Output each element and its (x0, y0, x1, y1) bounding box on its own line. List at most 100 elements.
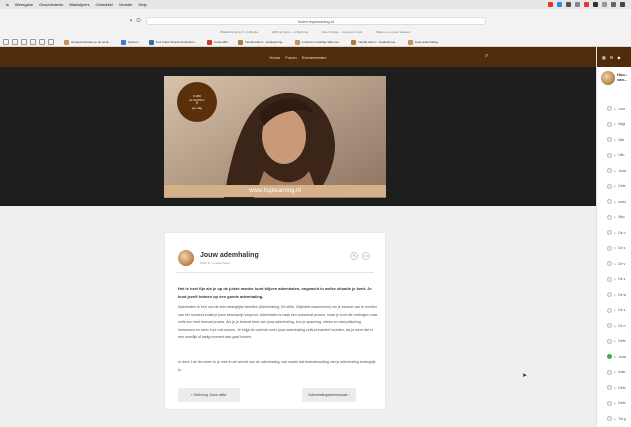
bookmark-icon[interactable]: ▭ (362, 252, 370, 260)
menu-item-view[interactable]: ls (6, 2, 9, 7)
wifi-icon[interactable] (611, 2, 616, 7)
sidebar-lesson-item[interactable]: ▷ De s (597, 272, 631, 288)
menu-item-bladwijzers[interactable]: Bladwijzers (69, 2, 89, 7)
incomplete-check-icon[interactable] (607, 307, 612, 313)
next-lesson-button[interactable]: Ademhalingsleermiscast › (302, 388, 356, 402)
tab-overview-icon[interactable] (3, 39, 9, 45)
incomplete-check-icon[interactable] (607, 168, 612, 174)
tab-item[interactable]: Yandat Admin - Hsplearning... (350, 39, 398, 45)
address-bar[interactable]: leden.hsplearning.nl (146, 17, 486, 25)
incomplete-check-icon[interactable] (607, 416, 612, 422)
sidebar-lesson-item[interactable]: ▷ Wat (597, 132, 631, 148)
sidebar-lesson-item[interactable]: ▷ Begi (597, 117, 631, 133)
incomplete-check-icon[interactable] (607, 214, 612, 220)
incomplete-check-icon[interactable] (607, 338, 612, 344)
play-icon: ▷ (614, 184, 617, 189)
app-icon[interactable] (584, 2, 589, 7)
battery-icon[interactable] (620, 2, 625, 7)
tab-overview-icon[interactable] (21, 39, 27, 45)
app-icon[interactable] (575, 2, 580, 7)
incomplete-check-icon[interactable] (607, 245, 612, 251)
tab-bar: Hoogsensitiviteit op de werk... Openen T… (0, 37, 631, 47)
incomplete-check-icon[interactable] (607, 152, 612, 158)
incomplete-check-icon[interactable] (607, 400, 612, 406)
menu-item-weergave[interactable]: Weergave (15, 2, 33, 7)
grid-icon[interactable]: ▦ (602, 55, 606, 60)
settings-icon[interactable]: ⚙ (610, 55, 614, 60)
tab-item[interactable]: Tool Class Simple Profession... (148, 39, 197, 45)
menu-item-help[interactable]: Help (138, 2, 146, 7)
sidebar-lesson-item[interactable]: ▷ De s (597, 303, 631, 319)
bookmark-item[interactable]: HRP-teit (Em. + & Buccina) (272, 30, 308, 34)
chat-icon[interactable]: ◆ (617, 55, 620, 60)
sidebar-lesson-item[interactable]: ▷ Ader (597, 365, 631, 381)
incomplete-check-icon[interactable] (607, 121, 612, 127)
sidebar-lesson-item[interactable]: ▷ De v (597, 256, 631, 272)
app-icon[interactable] (593, 2, 598, 7)
shield-icon[interactable]: ⊙ (135, 18, 142, 25)
sidebar-lesson-item[interactable]: ▷ Defe (597, 334, 631, 350)
sidebar-lesson-item[interactable]: ▷ Tot g (597, 411, 631, 427)
sidebar-lesson-item[interactable]: ▷ Lere (597, 101, 631, 117)
previous-lesson-button[interactable]: ‹ Oefening 'Jouw stilte' (178, 388, 240, 402)
incomplete-check-icon[interactable] (607, 292, 612, 298)
sidebar-lesson-item[interactable]: ▷ Defe (597, 179, 631, 195)
sidebar-lesson-label: Uitn (618, 153, 625, 158)
sidebar-lesson-item[interactable]: ▷ Mijn (597, 210, 631, 226)
menu-item-geschiedenis[interactable]: Geschiedenis (39, 2, 63, 7)
app-icon[interactable] (602, 2, 607, 7)
incomplete-check-icon[interactable] (607, 137, 612, 143)
nav-evenementen[interactable]: Evenementen (302, 55, 327, 60)
bookmark-item[interactable]: Taksen en, oroan takesen (376, 30, 410, 34)
tab-overview-icon[interactable] (30, 39, 36, 45)
tab-overview-icon[interactable] (12, 39, 18, 45)
incomplete-check-icon[interactable] (607, 369, 612, 375)
incomplete-check-icon[interactable] (607, 183, 612, 189)
sidebar-lesson-item[interactable]: ▷ De o (597, 225, 631, 241)
tab-item-active[interactable]: Jouw ademhaling (407, 39, 438, 45)
menu-item-venster[interactable]: Venster (119, 2, 133, 7)
sidebar-lesson-label: De w (618, 292, 627, 297)
sidebar-lesson-item[interactable]: ▷ Uitn (597, 148, 631, 164)
favicon-icon (64, 39, 69, 45)
incomplete-check-icon[interactable] (607, 199, 612, 205)
app-icon[interactable] (566, 2, 571, 7)
sidebar-lesson-label: Lere (618, 106, 626, 111)
tab-overview-icon[interactable] (48, 39, 54, 45)
incomplete-check-icon[interactable] (607, 276, 612, 282)
tab-item[interactable]: Openen (120, 39, 139, 45)
sidebar-lesson-item[interactable]: ▷ De n (597, 318, 631, 334)
tab-item[interactable]: Hoogsensitiviteit op de werk... (64, 39, 111, 45)
incomplete-check-icon[interactable] (607, 323, 612, 329)
tab-item[interactable]: mindvent metshaju Wits ber... (294, 39, 341, 45)
sidebar-lesson-item[interactable]: ▷ Jouw (597, 163, 631, 179)
tab-item[interactable]: ContentKit (206, 39, 228, 45)
search-icon[interactable]: ⌕ (485, 53, 488, 60)
incomplete-check-icon[interactable] (607, 385, 612, 391)
incomplete-check-icon[interactable] (607, 230, 612, 236)
sidebar-lesson-item[interactable]: ▷ Defe (597, 380, 631, 396)
incomplete-check-icon[interactable] (607, 106, 612, 112)
sidebar-lesson-item[interactable]: ▷ mast (597, 194, 631, 210)
sidebar-lesson-label: De s (618, 246, 626, 251)
sidebar-lesson-label: Ader (618, 370, 626, 375)
sidebar-lesson-item[interactable]: ▷ De w (597, 287, 631, 303)
app-icon[interactable] (557, 2, 562, 7)
edit-icon[interactable]: ✎ (350, 252, 358, 260)
bookmark-item[interactable]: Roun Starte ... ossed en hotel (322, 30, 362, 34)
sidebar-lesson-label: Defe (618, 339, 626, 344)
sidebar-lesson-item[interactable]: ▷ Jouw (597, 349, 631, 365)
sidebar-lesson-item[interactable]: ▷ Defe (597, 396, 631, 412)
app-icon[interactable] (548, 2, 553, 7)
menu-item-ontwikkel[interactable]: Ontwikkel (96, 2, 113, 7)
tab-item[interactable]: Yandat Admin - Hsplearning... (237, 39, 285, 45)
tab-overview-icon[interactable] (39, 39, 45, 45)
completed-check-icon[interactable] (607, 354, 612, 360)
bookmark-item[interactable]: Bhaskil Ending, Fr Umbrella (221, 30, 258, 34)
sidebar-toggle-icon[interactable]: ◐ (128, 18, 135, 25)
nav-forum[interactable]: Forum (285, 55, 297, 60)
sidebar-lesson-item[interactable]: ▷ De s (597, 241, 631, 257)
nav-home[interactable]: Home (270, 55, 281, 60)
play-icon: ▷ (614, 385, 617, 390)
incomplete-check-icon[interactable] (607, 261, 612, 267)
